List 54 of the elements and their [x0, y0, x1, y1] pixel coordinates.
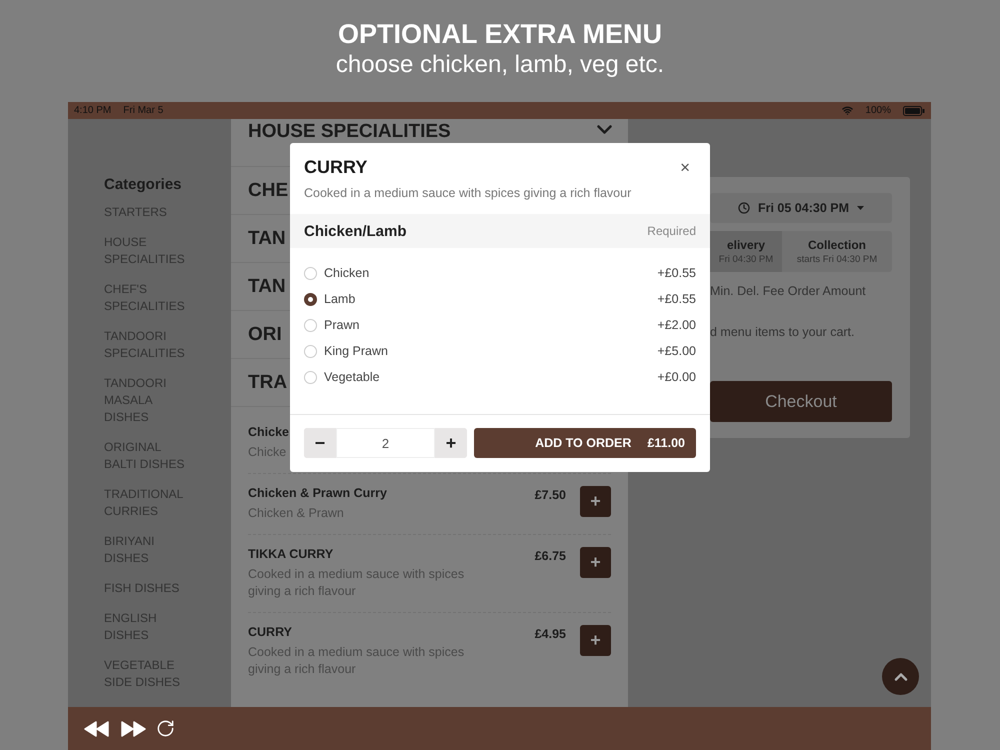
fast-forward-icon[interactable] — [120, 720, 146, 736]
option-price: +£0.00 — [657, 370, 696, 384]
reload-icon[interactable] — [156, 719, 175, 738]
section-title: TRA — [248, 372, 288, 394]
item-price: £6.75 — [534, 549, 566, 565]
battery-percent: 100% — [865, 105, 891, 116]
option-price: +£0.55 — [657, 292, 696, 306]
scroll-top-button[interactable] — [882, 658, 919, 695]
option-label: Lamb — [324, 292, 356, 306]
empty-cart-text: d menu items to your cart. — [710, 325, 856, 339]
radio-button[interactable] — [304, 292, 317, 306]
order-type-tab[interactable]: Collection starts Fri 04:30 PM — [782, 231, 892, 272]
chevron-down-icon — [597, 125, 612, 134]
close-button[interactable]: × — [680, 158, 696, 178]
add-item-button[interactable]: + — [580, 486, 611, 517]
item-name: TIKKA CURRY — [248, 547, 334, 561]
required-note: Required — [647, 224, 696, 238]
sidebar-heading: Categories — [104, 176, 183, 193]
checkout-button[interactable]: Checkout — [710, 381, 892, 422]
option-label: Prawn — [324, 318, 360, 332]
section-title: CHE — [248, 180, 288, 202]
add-item-button[interactable]: + — [580, 625, 611, 656]
wifi-icon — [842, 105, 854, 116]
item-name: Chicke — [248, 425, 289, 439]
status-time: 4:10 PM — [74, 105, 112, 116]
dialog-description: Cooked in a medium sauce with spices giving a rich flavour — [304, 186, 632, 200]
dialog-title: CURRY — [304, 157, 368, 178]
time-dropdown[interactable]: Fri 05 04:30 PM — [710, 193, 892, 223]
group-title: Chicken/Lamb — [304, 222, 408, 240]
section-title: TAN — [248, 228, 286, 250]
banner-title: OPTIONAL EXTRA MENU — [338, 18, 662, 50]
clock-icon — [738, 202, 750, 214]
battery-icon — [903, 106, 925, 116]
fee-text: Min. Del. Fee Order Amount — [710, 284, 867, 298]
item-name: Chicken & Prawn Curry — [248, 486, 387, 500]
add-item-button[interactable]: + — [580, 547, 611, 578]
option-price: +£0.55 — [657, 266, 696, 280]
option-label: King Prawn — [324, 344, 389, 358]
section-title: TAN — [248, 276, 286, 298]
quantity-field[interactable]: 2 — [336, 428, 435, 458]
rewind-icon[interactable] — [84, 720, 110, 736]
add-to-order-button[interactable]: ADD TO ORDER £11.00 — [474, 428, 696, 458]
option-label: Chicken — [324, 266, 370, 280]
item-name: CURRY — [248, 625, 292, 639]
option-price: +£5.00 — [657, 344, 696, 358]
option-label: Vegetable — [324, 370, 381, 384]
status-date: Fri Mar 5 — [123, 105, 164, 116]
section-title: HOUSE SPECIALITIES — [248, 121, 451, 143]
section-title: ORI — [248, 324, 282, 346]
banner-subtitle: choose chicken, lamb, veg etc. — [336, 50, 664, 80]
option-price: +£2.00 — [657, 318, 696, 332]
item-price: £7.50 — [534, 488, 566, 504]
item-price: £4.95 — [534, 627, 566, 643]
caret-icon — [857, 206, 864, 210]
